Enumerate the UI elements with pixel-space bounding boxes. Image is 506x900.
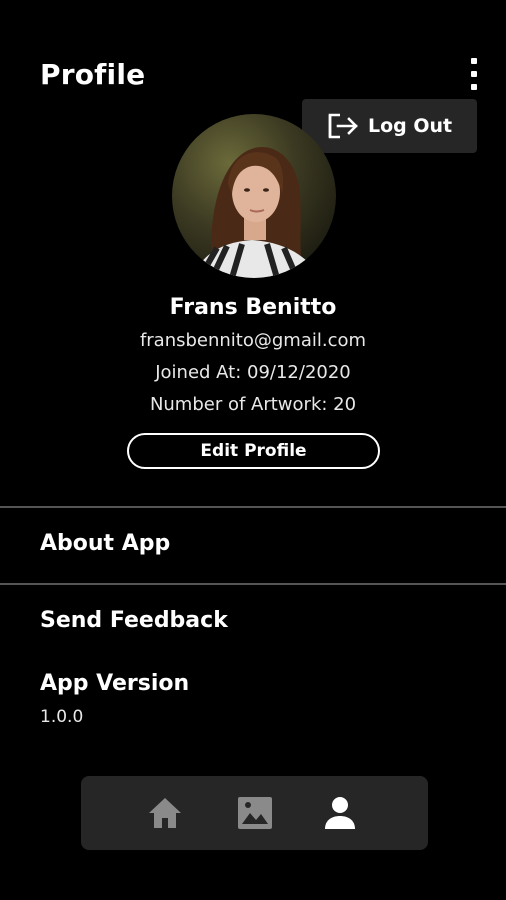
divider bbox=[0, 583, 506, 585]
profile-name: Frans Benitto bbox=[169, 295, 337, 320]
avatar bbox=[172, 114, 336, 278]
divider bbox=[0, 506, 506, 508]
edit-profile-button[interactable]: Edit Profile bbox=[127, 433, 380, 469]
send-feedback-item[interactable]: Send Feedback bbox=[40, 608, 228, 633]
nav-profile-button[interactable] bbox=[320, 793, 360, 833]
logout-menu-item[interactable]: Log Out bbox=[302, 99, 477, 153]
profile-artwork-count: Number of Artwork: 20 bbox=[149, 394, 357, 415]
nav-gallery-button[interactable] bbox=[235, 793, 275, 833]
more-vertical-icon[interactable] bbox=[466, 58, 482, 90]
logout-icon bbox=[328, 113, 358, 139]
app-version-label: App Version bbox=[40, 671, 190, 696]
nav-home-button[interactable] bbox=[145, 793, 185, 833]
logout-label: Log Out bbox=[368, 115, 453, 137]
profile-email: fransbennito@gmail.com bbox=[139, 330, 367, 351]
gallery-icon bbox=[238, 797, 272, 829]
app-version-value: 1.0.0 bbox=[40, 707, 84, 727]
bottom-navigation bbox=[81, 776, 428, 850]
page-title: Profile bbox=[40, 58, 146, 91]
profile-joined-date: Joined At: 09/12/2020 bbox=[155, 362, 351, 383]
about-app-item[interactable]: About App bbox=[40, 531, 170, 556]
profile-icon bbox=[325, 797, 355, 829]
home-icon bbox=[149, 798, 181, 828]
